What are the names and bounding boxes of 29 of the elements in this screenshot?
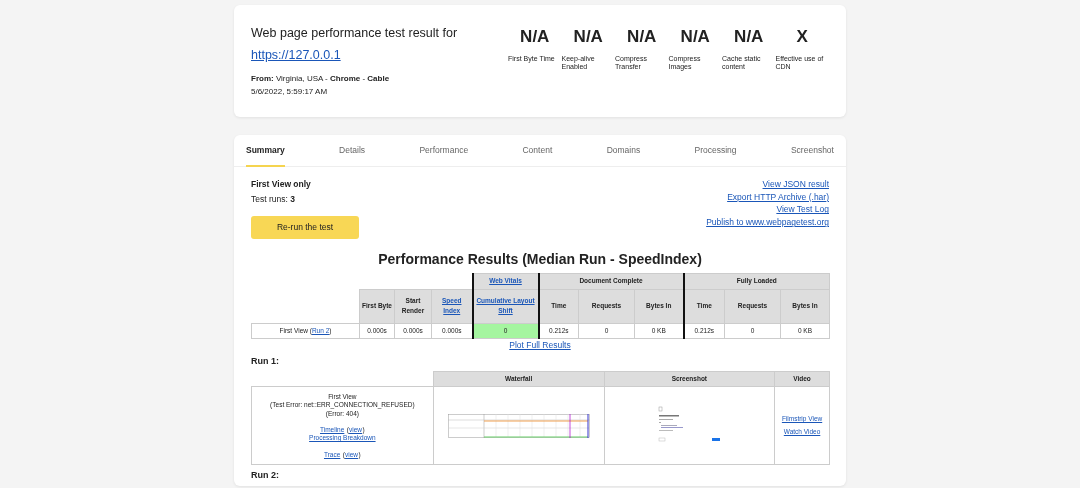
url-link[interactable]: https://127.0.0.1 — [251, 48, 341, 62]
results-title: Performance Results (Median Run - SpeedIndex) — [377, 249, 703, 269]
tab[interactable]: Domains — [606, 135, 641, 167]
tab[interactable]: Processing — [694, 135, 737, 167]
metric-value: N/A — [679, 27, 711, 47]
summary-link[interactable]: View Test Log — [776, 203, 829, 217]
metric-value: N/A — [519, 27, 551, 47]
metric-value: N/A — [626, 27, 658, 47]
test-runs-text: Test runs: 3 — [251, 192, 296, 206]
plot-link[interactable]: Plot Full Results — [251, 338, 829, 352]
run-heading: Run 1: — [251, 356, 280, 368]
view-heading: First View only — [251, 178, 312, 191]
tab[interactable]: Performance — [419, 135, 469, 167]
metric-value: X — [795, 27, 809, 47]
test-location: From: Virginia, USA - Chrome - Cable — [251, 73, 391, 85]
waterfall-thumbnail-drawing[interactable] — [447, 413, 590, 438]
tab[interactable]: Summary — [246, 135, 285, 167]
summary-link[interactable]: View JSON result — [762, 178, 829, 191]
tab[interactable]: Screenshot — [790, 135, 834, 167]
page-title: Web page performance test result for — [251, 25, 459, 42]
metric-value: N/A — [733, 27, 765, 47]
test-date: 5/6/2022, 5:59:17 AM — [251, 86, 329, 98]
rerun-button[interactable]: Re-run the test — [251, 215, 359, 239]
summary-link[interactable]: Export HTTP Archive (.har) — [727, 190, 829, 204]
metric-value: N/A — [572, 27, 604, 47]
tab[interactable]: Details — [339, 135, 366, 167]
tab[interactable]: Content — [522, 135, 553, 167]
run-heading: Run 2: — [251, 470, 280, 482]
summary-link[interactable]: Publish to www.webpagetest.org — [706, 216, 829, 229]
